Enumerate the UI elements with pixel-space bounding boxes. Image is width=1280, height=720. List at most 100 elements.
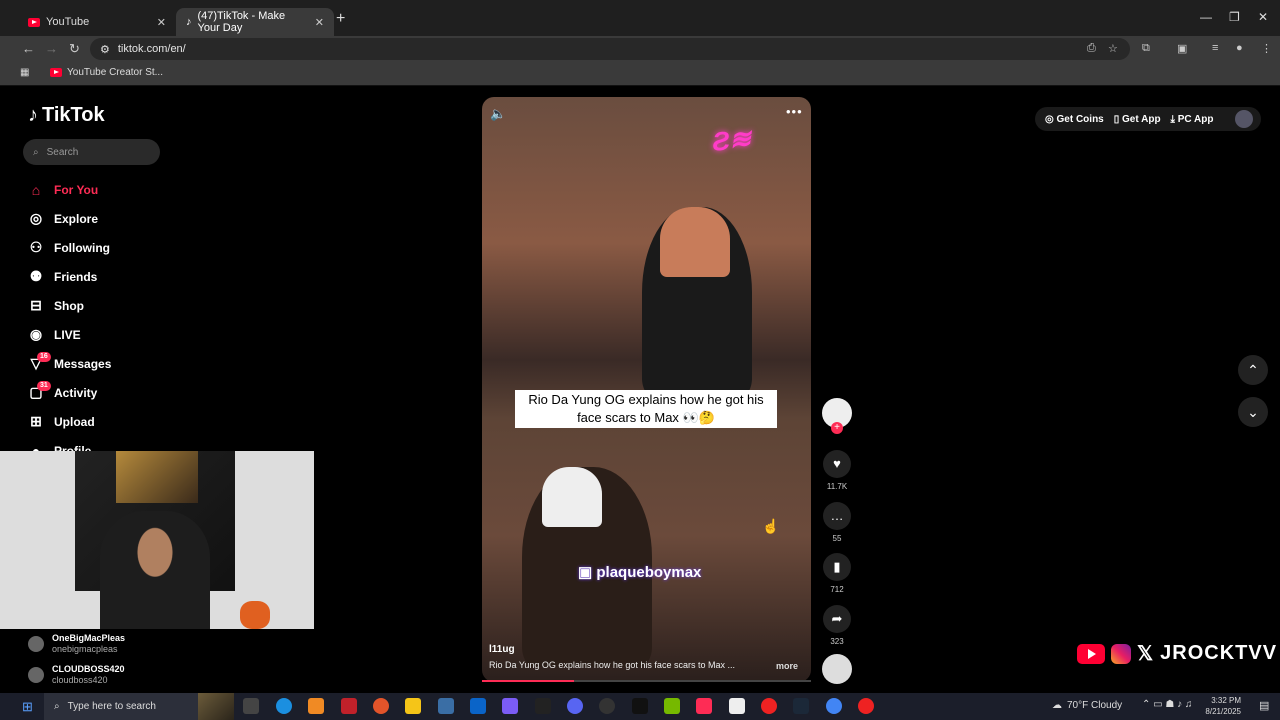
heart-icon: ♥ [823, 450, 851, 478]
bookmark-label: YouTube Creator St... [67, 67, 163, 78]
creator-avatar[interactable]: + [822, 398, 852, 434]
restore-icon[interactable]: ❐ [1229, 10, 1240, 24]
taskbar-search[interactable]: ⌕ Type here to search [44, 693, 234, 720]
weather-widget[interactable]: ☁ 70°F Cloudy [1052, 700, 1122, 711]
apps-grid-icon[interactable]: ▦ [20, 67, 29, 78]
sidebar-item-for-you[interactable]: ⌂ For You [28, 175, 228, 204]
chrome-icon[interactable] [826, 698, 842, 714]
video-author[interactable]: l11ug [489, 644, 515, 655]
headphones [542, 467, 602, 527]
forward-icon[interactable]: → [45, 41, 58, 56]
volume-icon[interactable]: 🔈 [490, 106, 506, 122]
close-tab-icon[interactable]: ✕ [315, 16, 324, 29]
bookmark-youtube-creator[interactable]: YouTube Creator St... [50, 67, 163, 78]
previous-video-button[interactable]: ⌃ [1238, 355, 1268, 385]
outlook-icon[interactable] [470, 698, 486, 714]
like-button[interactable]: ♥ 11.7K [822, 450, 852, 491]
sidebar-item-shop[interactable]: ⊟ Shop [28, 291, 228, 320]
tab-tiktok[interactable]: ♪ (47)TikTok - Make Your Day ✕ [176, 8, 334, 36]
search-input[interactable]: ⌕ Search [23, 139, 160, 165]
address-bar[interactable]: ⚙ tiktok.com/en/ [90, 38, 1130, 60]
bookmark-star-icon[interactable]: ☆ [1108, 42, 1118, 55]
nav-label: Following [54, 240, 110, 255]
close-tab-icon[interactable]: ✕ [157, 16, 166, 29]
app-icon[interactable] [438, 698, 454, 714]
profile-avatar-icon[interactable]: ● [1236, 42, 1243, 54]
chevron-up-icon: ⌃ [1247, 362, 1259, 378]
install-app-icon[interactable]: ⎙ [1087, 42, 1096, 55]
sidebar-item-upload[interactable]: ⊞ Upload [28, 407, 228, 436]
user-avatar[interactable] [1235, 110, 1253, 128]
app-icon[interactable] [761, 698, 777, 714]
friends-icon: ⚉ [29, 268, 43, 284]
save-button[interactable]: ▮ 712 [822, 553, 852, 594]
app-icon[interactable] [729, 698, 745, 714]
share-button[interactable]: ➦ 323 [822, 605, 852, 646]
back-icon[interactable]: ← [22, 41, 35, 56]
get-app-label: Get App [1122, 113, 1161, 125]
lamp [240, 601, 270, 629]
pc-app-button[interactable]: ⤓ PC App [1171, 114, 1214, 125]
following-account[interactable]: CLOUDBOSS420 cloudboss420 [28, 659, 268, 690]
app-icon[interactable] [373, 698, 389, 714]
windows-start-icon[interactable]: ⊞ [22, 699, 33, 715]
nav-label: LIVE [54, 327, 81, 342]
video-description: Rio Da Yung OG explains how he got his f… [489, 660, 735, 670]
system-clock[interactable]: 3:32 PM 8/21/2025 [1203, 695, 1241, 717]
notifications-icon[interactable]: ▤ [1259, 699, 1269, 712]
app-icon[interactable] [341, 698, 357, 714]
channel-watermark: 𝕏 JROCKTVV [1077, 641, 1277, 666]
sidebar-item-activity[interactable]: ▢ 31 Activity [28, 378, 228, 407]
reload-icon[interactable]: ↻ [69, 41, 80, 57]
like-count: 11.7K [826, 482, 848, 491]
nav-label: Friends [54, 269, 98, 284]
task-view-icon[interactable] [243, 698, 259, 714]
follow-plus-icon[interactable]: + [831, 422, 843, 434]
watermark-text: JROCKTVV [1160, 642, 1278, 664]
new-tab-button[interactable]: + [336, 10, 345, 28]
following-account[interactable]: OneBigMacPleas onebigmacpleas [28, 628, 268, 659]
weather-text: 70°F Cloudy [1067, 700, 1123, 711]
sidebar-item-friends[interactable]: ⚉ Friends [28, 262, 228, 291]
app-icon[interactable] [858, 698, 874, 714]
minimize-icon[interactable]: — [1200, 10, 1212, 24]
nav-label: Shop [54, 298, 84, 313]
music-disc-icon[interactable] [822, 654, 852, 684]
next-video-button[interactable]: ⌄ [1238, 397, 1268, 427]
sidebar-item-live[interactable]: ◉ LIVE [28, 320, 228, 349]
more-link[interactable]: more [776, 661, 798, 671]
site-info-icon[interactable]: ⚙ [100, 43, 110, 56]
system-tray-icons[interactable]: ⌃ ▭ ☗ ♪ ♫ [1142, 699, 1192, 710]
app-icon[interactable] [599, 698, 615, 714]
sidebar-item-messages[interactable]: ▽ 16 Messages [28, 349, 228, 378]
steam-icon[interactable] [793, 698, 809, 714]
more-options-icon[interactable]: ••• [786, 104, 803, 119]
tiktok-logo[interactable]: ♪ TikTok [28, 104, 105, 127]
get-app-button[interactable]: ▯ Get App [1114, 114, 1161, 125]
media-control-icon[interactable]: ≡ [1212, 42, 1218, 54]
close-window-icon[interactable]: ✕ [1258, 10, 1268, 24]
account-name: OneBigMacPleas [52, 632, 126, 643]
epic-games-icon[interactable] [535, 698, 551, 714]
nvidia-icon[interactable] [664, 698, 680, 714]
file-explorer-icon[interactable] [405, 698, 421, 714]
sidebar-item-explore[interactable]: ◎ Explore [28, 204, 228, 233]
discord-icon[interactable] [567, 698, 583, 714]
comment-button[interactable]: … 55 [822, 502, 852, 543]
tab-title: (47)TikTok - Make Your Day [197, 10, 286, 34]
side-panel-icon[interactable]: ▣ [1177, 42, 1187, 55]
app-icon[interactable] [308, 698, 324, 714]
extensions-icon[interactable]: ⧉ [1142, 42, 1150, 55]
tab-youtube[interactable]: YouTube ✕ [18, 8, 176, 36]
menu-dots-icon[interactable]: ⋮ [1261, 42, 1272, 55]
search-icon: ⌕ [54, 701, 60, 712]
app-icon[interactable] [502, 698, 518, 714]
comment-icon: … [823, 502, 851, 530]
get-coins-button[interactable]: ◎ Get Coins [1045, 114, 1104, 125]
video-progress-bar[interactable] [482, 680, 811, 682]
tiktok-app-icon[interactable] [696, 698, 712, 714]
app-icon[interactable] [632, 698, 648, 714]
edge-icon[interactable] [276, 698, 292, 714]
following-icon: ⚇ [29, 239, 43, 255]
sidebar-item-following[interactable]: ⚇ Following [28, 233, 228, 262]
